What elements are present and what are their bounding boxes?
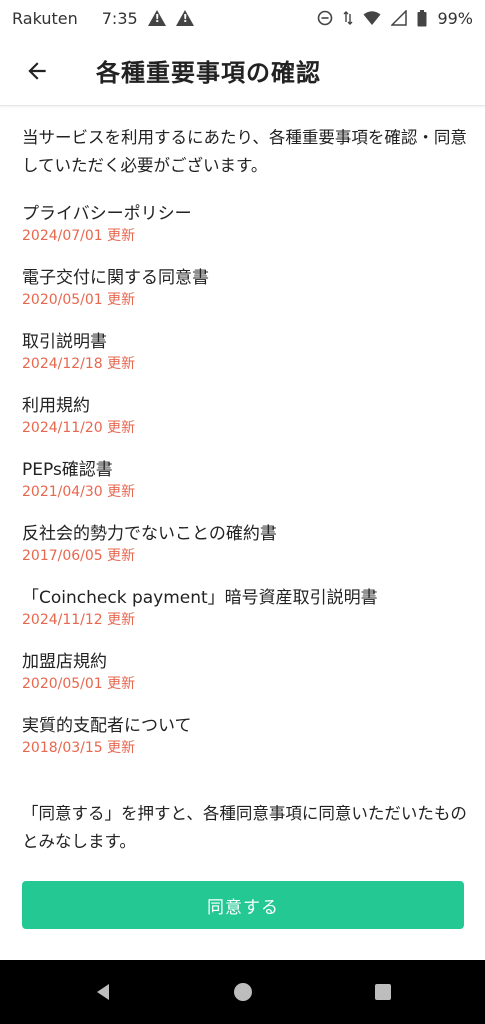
back-button[interactable] — [0, 36, 74, 106]
battery-icon — [417, 9, 427, 26]
document-updated-date: 2017/06/05 更新 — [22, 548, 136, 564]
square-recents-icon — [374, 984, 391, 1000]
screen: Rakuten 7:35 99% — [0, 0, 485, 1024]
document-item[interactable]: プライバシーポリシー 2024/07/01 更新 — [22, 202, 467, 266]
document-updated-date: 2020/05/01 更新 — [22, 676, 136, 692]
document-updated-date: 2018/03/15 更新 — [22, 740, 136, 756]
document-updated-date: 2020/05/01 更新 — [22, 292, 136, 308]
document-title[interactable]: 利用規約 — [22, 394, 467, 418]
document-title[interactable]: PEPs確認書 — [22, 458, 467, 482]
circle-home-icon — [233, 983, 252, 1001]
wifi-icon — [363, 11, 381, 25]
navigation-bar — [0, 960, 485, 1024]
document-updated-date: 2024/11/12 更新 — [22, 612, 136, 628]
document-updated-date: 2024/12/18 更新 — [22, 356, 136, 372]
document-title[interactable]: 反社会的勢力でないことの確約書 — [22, 522, 467, 546]
document-title[interactable]: 「Coincheck payment」暗号資産取引説明書 — [22, 586, 467, 610]
document-item[interactable]: 反社会的勢力でないことの確約書 2017/06/05 更新 — [22, 522, 467, 586]
document-list: プライバシーポリシー 2024/07/01 更新 電子交付に関する同意書 202… — [22, 202, 467, 778]
status-right: 99% — [317, 9, 473, 28]
document-item[interactable]: PEPs確認書 2021/04/30 更新 — [22, 458, 467, 522]
cell-signal-icon — [391, 10, 408, 26]
warning-icon — [175, 10, 194, 26]
document-title[interactable]: 実質的支配者について — [22, 714, 467, 738]
app-bar: 各種重要事項の確認 — [0, 36, 485, 106]
carrier-label: Rakuten — [12, 8, 78, 28]
data-transfer-icon — [343, 11, 353, 25]
consent-note: 「同意する」を押すと、各種同意事項に同意いただいたものとみなします。 — [22, 804, 467, 851]
clock: 7:35 — [101, 8, 138, 28]
document-updated-date: 2021/04/30 更新 — [22, 484, 136, 500]
nav-recents-button[interactable] — [363, 972, 403, 1012]
warning-icon — [147, 10, 166, 26]
document-item[interactable]: 利用規約 2024/11/20 更新 — [22, 394, 467, 458]
main-content: 当サービスを利用するにあたり、各種重要事項を確認・同意していただく必要がございま… — [22, 124, 467, 856]
document-updated-date: 2024/11/20 更新 — [22, 420, 136, 436]
nav-home-button[interactable] — [223, 972, 263, 1012]
document-title[interactable]: 取引説明書 — [22, 330, 467, 354]
nav-back-button[interactable] — [83, 972, 123, 1012]
document-item[interactable]: 実質的支配者について 2018/03/15 更新 — [22, 714, 467, 778]
document-title[interactable]: プライバシーポリシー — [22, 202, 467, 226]
status-bar: Rakuten 7:35 99% — [0, 0, 485, 36]
document-title[interactable]: 電子交付に関する同意書 — [22, 266, 467, 290]
document-title[interactable]: 加盟店規約 — [22, 650, 467, 674]
page-title: 各種重要事項の確認 — [96, 59, 321, 87]
do-not-disturb-icon — [318, 10, 333, 26]
document-item[interactable]: 加盟店規約 2020/05/01 更新 — [22, 650, 467, 714]
document-item[interactable]: 取引説明書 2024/12/18 更新 — [22, 330, 467, 394]
document-item[interactable]: 「Coincheck payment」暗号資産取引説明書 2024/11/12 … — [22, 586, 467, 650]
triangle-back-icon — [96, 984, 109, 1000]
document-item[interactable]: 電子交付に関する同意書 2020/05/01 更新 — [22, 266, 467, 330]
document-updated-date: 2024/07/01 更新 — [22, 228, 136, 244]
arrow-left-icon — [28, 61, 46, 80]
battery-percent: 99% — [437, 8, 473, 28]
status-left: Rakuten 7:35 — [12, 9, 194, 28]
intro-text: 当サービスを利用するにあたり、各種重要事項を確認・同意していただく必要がございま… — [22, 128, 467, 175]
agree-button[interactable]: 同意する — [22, 881, 464, 929]
